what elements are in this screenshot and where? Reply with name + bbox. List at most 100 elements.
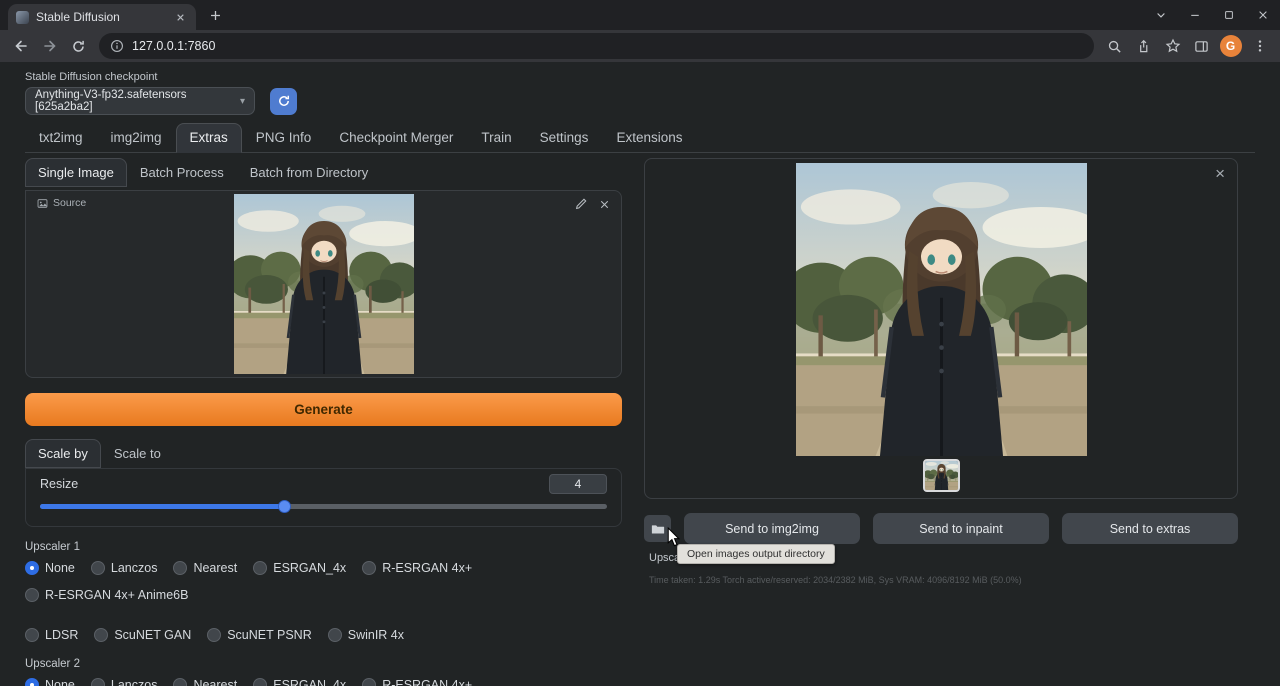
reload-icon[interactable] — [65, 33, 92, 60]
resize-number-input[interactable]: 4 — [549, 474, 607, 494]
radio-icon — [362, 678, 376, 686]
upscaler1-option-scunet-gan[interactable]: ScuNET GAN — [94, 628, 191, 642]
share-icon[interactable] — [1130, 33, 1157, 60]
send-to-img2img-button[interactable]: Send to img2img — [684, 513, 860, 544]
upscaler2-option-none[interactable]: None — [25, 678, 75, 686]
tab-train[interactable]: Train — [467, 123, 525, 153]
address-bar[interactable]: 127.0.0.1:7860 — [99, 33, 1094, 59]
tab-txt2img[interactable]: txt2img — [25, 123, 97, 153]
new-tab-button[interactable] — [202, 2, 228, 28]
radio-icon — [94, 628, 108, 642]
browser-tab[interactable]: Stable Diffusion — [8, 4, 196, 30]
tab-scale-by[interactable]: Scale by — [25, 439, 101, 468]
subtab-batch-from-directory[interactable]: Batch from Directory — [237, 158, 381, 187]
checkpoint-value: Anything-V3-fp32.safetensors [625a2ba2] — [35, 89, 240, 113]
clear-image-icon[interactable] — [598, 198, 611, 211]
upscaler1-option-nearest[interactable]: Nearest — [173, 561, 237, 575]
upscaler1-option-scunet-psnr[interactable]: ScuNET PSNR — [207, 628, 312, 642]
window-minimize-button[interactable] — [1178, 0, 1212, 30]
radio-icon — [173, 561, 187, 575]
mouse-cursor — [667, 527, 680, 552]
tab-checkpoint-merger[interactable]: Checkpoint Merger — [325, 123, 467, 153]
zoom-icon[interactable] — [1101, 33, 1128, 60]
send-to-inpaint-button[interactable]: Send to inpaint — [873, 513, 1049, 544]
source-image — [234, 194, 414, 374]
source-label: Source — [53, 197, 86, 209]
radio-checked-icon — [25, 678, 39, 686]
main-tab-bar: txt2img img2img Extras PNG Info Checkpoi… — [25, 123, 1255, 153]
upscaler1-option-lanczos[interactable]: Lanczos — [91, 561, 158, 575]
upscaler2-option-esrgan4x[interactable]: ESRGAN_4x — [253, 678, 346, 686]
slider-handle[interactable] — [278, 500, 291, 513]
radio-icon — [362, 561, 376, 575]
upscaler2-option-lanczos[interactable]: Lanczos — [91, 678, 158, 686]
gallery-thumbnails — [645, 459, 1237, 492]
radio-icon — [25, 628, 39, 642]
checkpoint-dropdown[interactable]: Anything-V3-fp32.safetensors [625a2ba2] … — [25, 87, 255, 115]
radio-icon — [91, 561, 105, 575]
forward-icon[interactable] — [36, 33, 63, 60]
subtab-single-image[interactable]: Single Image — [25, 158, 127, 187]
resize-slider[interactable] — [40, 500, 607, 513]
stable-diffusion-webui: Stable Diffusion checkpoint Anything-V3-… — [0, 62, 1280, 686]
extras-sub-tabs: Single Image Batch Process Batch from Di… — [25, 158, 622, 187]
slider-fill — [40, 504, 284, 509]
upscaler2-label: Upscaler 2 — [25, 658, 622, 670]
tab-close-icon[interactable] — [172, 9, 188, 25]
window-close-button[interactable] — [1246, 0, 1280, 30]
checkpoint-label: Stable Diffusion checkpoint — [25, 71, 1280, 83]
side-panel-icon[interactable] — [1188, 33, 1215, 60]
chevron-down-icon: ▾ — [240, 96, 245, 107]
tab-png-info[interactable]: PNG Info — [242, 123, 326, 153]
tab-extensions[interactable]: Extensions — [602, 123, 696, 153]
resize-label: Resize — [40, 477, 78, 491]
output-actions: Send to img2img Send to inpaint Send to … — [644, 513, 1238, 544]
extras-input-panel: Single Image Batch Process Batch from Di… — [25, 158, 622, 686]
result-gallery: × — [644, 158, 1238, 499]
upscaler1-options: None Lanczos Nearest ESRGAN_4x R-ESRGAN … — [25, 561, 622, 642]
source-image-dropzone[interactable]: Source — [25, 190, 622, 378]
upscaler1-label: Upscaler 1 — [25, 541, 622, 553]
profile-avatar[interactable]: G — [1217, 33, 1244, 60]
upscaler1-option-swinir4x[interactable]: SwinIR 4x — [328, 628, 404, 642]
upscaler1-option-esrgan4x[interactable]: ESRGAN_4x — [253, 561, 346, 575]
radio-checked-icon — [25, 561, 39, 575]
url-text: 127.0.0.1:7860 — [132, 39, 215, 53]
performance-info-text: Time taken: 1.29s Torch active/reserved:… — [649, 575, 1238, 585]
bookmark-star-icon[interactable] — [1159, 33, 1186, 60]
gallery-close-icon[interactable]: × — [1215, 165, 1225, 182]
radio-icon — [173, 678, 187, 686]
subtab-batch-process[interactable]: Batch Process — [127, 158, 237, 187]
upscaler2-option-resrgan4x[interactable]: R-ESRGAN 4x+ — [362, 678, 472, 686]
radio-icon — [91, 678, 105, 686]
radio-icon — [253, 561, 267, 575]
extras-output-panel: × Send to img2img Send to inpaint Send t… — [644, 158, 1238, 686]
image-icon — [37, 198, 48, 209]
tab-scale-to[interactable]: Scale to — [101, 439, 174, 468]
tab-extras[interactable]: Extras — [176, 123, 242, 153]
send-to-extras-button[interactable]: Send to extras — [1062, 513, 1238, 544]
upscaler1-option-resrgan4x[interactable]: R-ESRGAN 4x+ — [362, 561, 472, 575]
result-image[interactable] — [796, 163, 1087, 456]
refresh-checkpoint-button[interactable] — [270, 88, 297, 115]
radio-icon — [328, 628, 342, 642]
upscaler1-option-none[interactable]: None — [25, 561, 75, 575]
upscaler1-option-ldsr[interactable]: LDSR — [25, 628, 78, 642]
tab-search-chevron-icon[interactable] — [1144, 0, 1178, 30]
upscaler2-options: None Lanczos Nearest ESRGAN_4x R-ESRGAN … — [25, 678, 622, 686]
window-maximize-button[interactable] — [1212, 0, 1246, 30]
tab-settings[interactable]: Settings — [526, 123, 603, 153]
back-icon[interactable] — [7, 33, 34, 60]
edit-pencil-icon[interactable] — [574, 197, 588, 211]
gallery-thumbnail-selected[interactable] — [923, 459, 960, 492]
radio-icon — [253, 678, 267, 686]
browser-navbar: 127.0.0.1:7860 G — [0, 30, 1280, 62]
upscaler2-option-nearest[interactable]: Nearest — [173, 678, 237, 686]
upscaler1-option-resrgan-anime6b[interactable]: R-ESRGAN 4x+ Anime6B — [25, 588, 188, 602]
browser-menu-icon[interactable] — [1246, 33, 1273, 60]
tab-img2img[interactable]: img2img — [97, 123, 176, 153]
site-info-icon[interactable] — [110, 39, 124, 53]
radio-icon — [25, 588, 39, 602]
scale-mode-tabs: Scale by Scale to — [25, 439, 622, 468]
generate-button[interactable]: Generate — [25, 393, 622, 426]
